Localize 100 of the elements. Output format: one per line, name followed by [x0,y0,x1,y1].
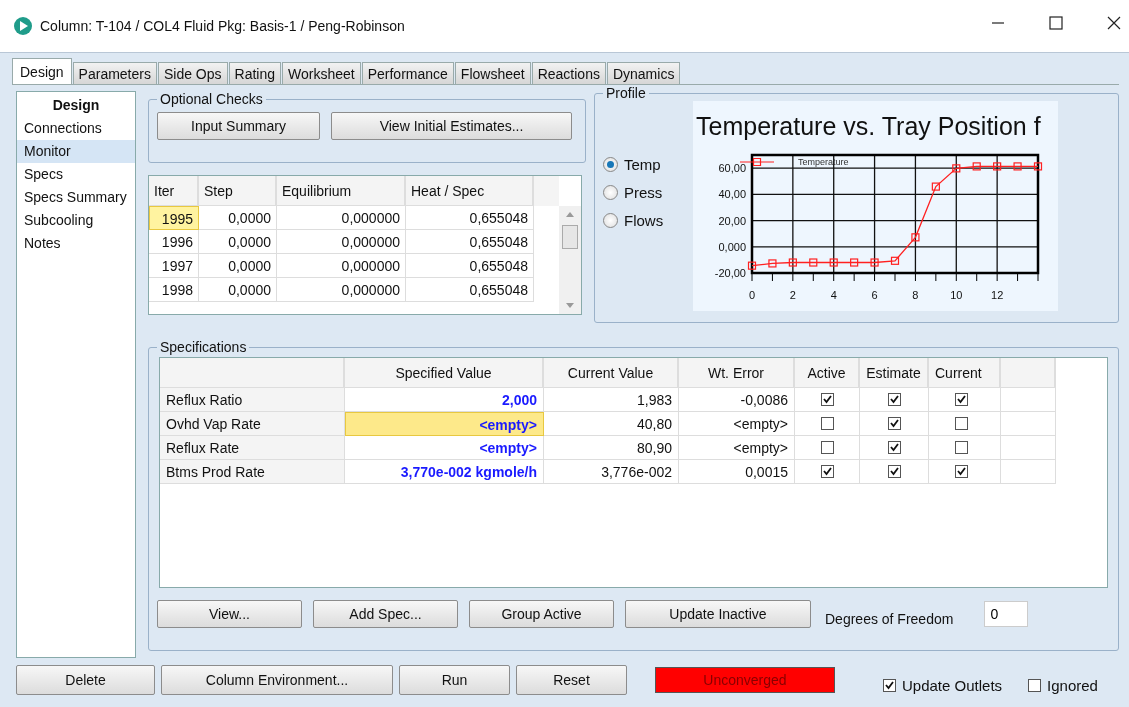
data-point [829,258,838,267]
field-label: Degrees of Freedom [825,611,954,627]
radio-option[interactable]: Temp [603,156,693,173]
push-button[interactable]: Run [399,665,510,695]
push-button[interactable]: View Initial Estimates... [331,112,572,140]
tab[interactable]: Flowsheet [454,62,531,84]
checkbox[interactable] [887,393,901,406]
table-cell[interactable]: <empty> [345,436,544,460]
sidebar-item[interactable]: Notes [17,232,135,255]
table-cell: 1998 [149,278,199,302]
sidebar-item[interactable]: Connections [17,117,135,140]
radio-button[interactable] [603,185,618,200]
push-button[interactable]: Reset [516,665,627,695]
table-cell: 0,0015 [679,460,795,484]
axis-tick-label: -20,00 [714,267,746,279]
column-header: Current Value [544,358,679,388]
checkbox[interactable] [820,417,834,430]
push-button[interactable]: View... [157,600,302,628]
group-title: Profile [605,85,647,101]
radio-option[interactable]: Press [603,184,693,201]
tab[interactable]: Rating [228,62,281,84]
data-point [1013,162,1022,171]
column-header: Current [929,358,1001,388]
table-cell: Btms Prod Rate [160,460,345,484]
scrollbar[interactable] [559,206,581,314]
axis-tick-label: 20,00 [718,214,746,227]
sidebar-item[interactable]: Monitor [17,140,135,163]
table-cell[interactable]: 3,770e-002 kgmole/h [345,460,544,484]
data-point [788,258,797,267]
checkbox[interactable] [955,465,968,478]
push-button[interactable]: Add Spec... [313,600,458,628]
checkbox[interactable] [887,465,901,478]
column-header: Equilibrium [277,176,406,206]
axis-tick-label: 12 [991,289,1004,301]
checkbox[interactable] [820,465,834,478]
column-header: Active [795,358,860,388]
close-icon[interactable] [1107,16,1121,30]
push-button[interactable]: Update Inactive [625,600,811,628]
table-cell: 0,655048 [406,206,534,230]
data-point [931,182,940,191]
table-cell: <empty> [679,436,795,460]
sidebar-item[interactable]: Subcooling [17,209,135,232]
axis-tick-label: 4 [830,289,837,301]
checkbox[interactable] [955,417,968,430]
tab[interactable]: Parameters [72,62,157,84]
checkbox-label: Ignored [1047,676,1098,694]
group-title: Specifications [159,339,248,355]
axis-tick-label: 2 [789,289,796,301]
push-button[interactable]: Column Environment... [161,665,393,695]
table-cell: 0,0000 [199,278,277,302]
app-icon [13,16,33,36]
column-header: Estimate [860,358,929,388]
axis-tick-label: 8 [912,289,919,301]
maximize-icon[interactable] [1049,16,1063,30]
sidebar-item[interactable]: Specs [17,163,135,186]
checkbox[interactable] [1028,678,1042,692]
data-point [993,162,1002,171]
axis-tick-label: 10 [950,289,963,301]
sidebar-item[interactable]: Specs Summary [17,186,135,209]
checkbox-label: Update Outlets [902,676,1003,694]
radio-option[interactable]: Flows [603,212,693,229]
axis-tick-label: 6 [871,289,878,301]
tab[interactable]: Performance [361,62,454,84]
checkbox[interactable] [820,441,834,454]
push-button[interactable]: Delete [16,665,155,695]
table-cell: 0,000000 [277,230,406,254]
table-cell: 1996 [149,230,199,254]
checkbox[interactable] [820,393,834,406]
window-title: Column: T-104 / COL4 Fluid Pkg: Basis-1 / Peng-Robinson [40,18,405,34]
group-title: Optional Checks [159,91,264,107]
checkbox[interactable] [887,417,901,430]
checkbox[interactable] [955,393,968,406]
tab[interactable]: Side Ops [157,62,228,84]
push-button[interactable]: Input Summary [157,112,320,140]
push-button[interactable]: Group Active [469,600,614,628]
data-point [952,164,961,173]
scroll-thumb[interactable] [562,225,578,249]
checkbox[interactable] [955,441,968,454]
table-cell: Ovhd Vap Rate [160,412,345,436]
checkbox[interactable] [887,441,901,454]
data-point [747,261,757,270]
tab[interactable]: Design [12,58,72,84]
input-field[interactable]: 0 [984,601,1029,627]
table-cell: Reflux Rate [160,436,345,460]
tab[interactable]: Reactions [531,62,606,84]
tab[interactable]: Dynamics [606,62,681,84]
radio-button[interactable] [603,157,618,172]
column-header: Heat / Spec [406,176,534,206]
table-cell: 0,000000 [277,206,406,230]
table-cell: -0,0086 [679,388,795,412]
sidebar-heading: Design [51,96,101,115]
tab[interactable]: Worksheet [282,62,361,84]
table-cell[interactable]: <empty> [345,412,544,436]
table-cell: 3,776e-002 [544,460,679,484]
table-cell: 1,983 [544,388,679,412]
table-cell: 0,655048 [406,230,534,254]
data-point [890,256,900,265]
radio-button[interactable] [603,213,618,228]
table-cell: 1997 [149,254,199,278]
checkbox[interactable] [883,678,896,692]
